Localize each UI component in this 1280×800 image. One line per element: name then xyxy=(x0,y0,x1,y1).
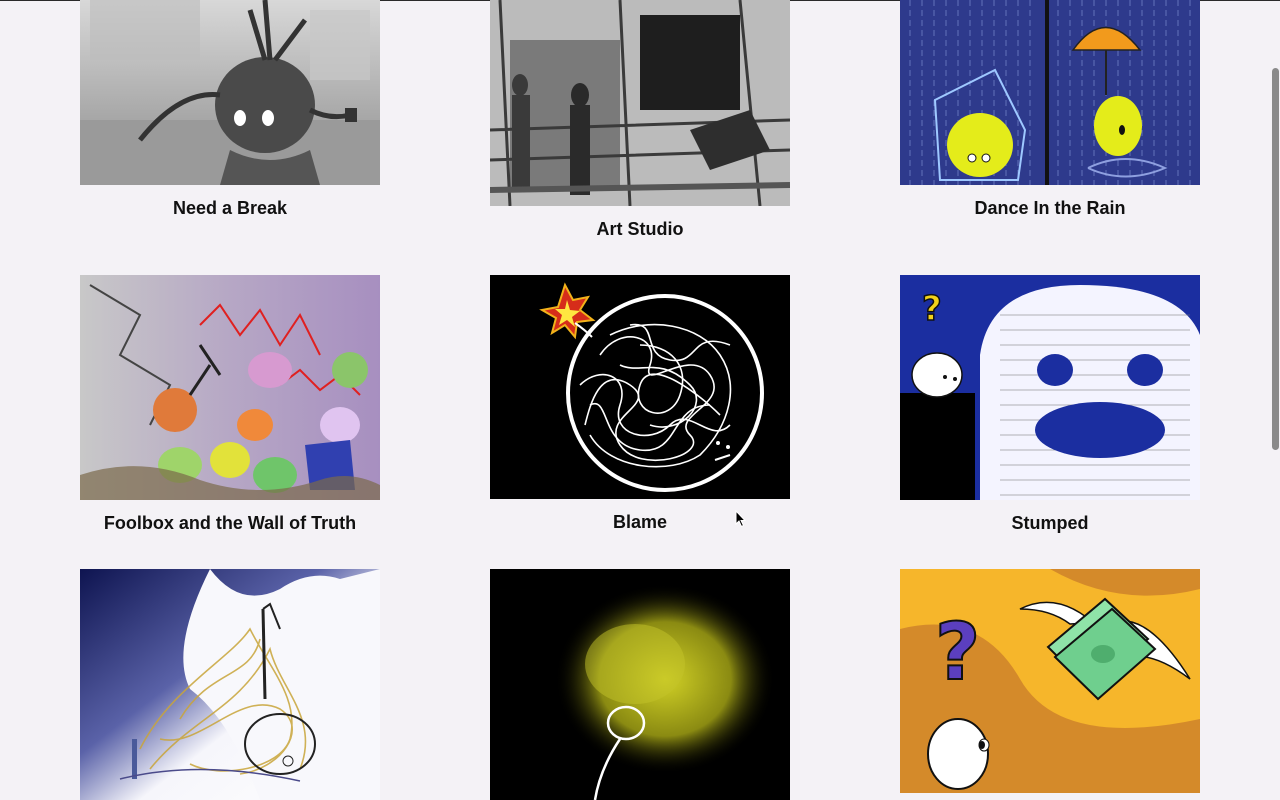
svg-text:?: ? xyxy=(922,289,942,329)
artwork-image[interactable]: ? xyxy=(900,275,1200,500)
artwork-title[interactable]: Foolbox and the Wall of Truth xyxy=(80,513,380,533)
artwork-image[interactable] xyxy=(490,0,790,206)
svg-text:?: ? xyxy=(935,608,980,698)
gallery-item-foolbox-and-the-wall-of-truth[interactable]: Foolbox and the Wall of Truth xyxy=(80,275,380,533)
artwork-image[interactable] xyxy=(80,275,380,500)
gallery-item-stumped[interactable]: ? Stumped xyxy=(900,275,1200,533)
page-scrollbar[interactable] xyxy=(1270,0,1280,800)
artwork-title[interactable]: Need a Break xyxy=(80,198,380,218)
artwork-title[interactable]: Art Studio xyxy=(490,219,790,239)
gallery-item-blame[interactable]: Blame xyxy=(490,275,790,532)
gallery-item-need-a-break[interactable]: Need a Break xyxy=(80,0,380,218)
mouse-pointer-icon xyxy=(735,509,747,528)
gallery-item-7[interactable] xyxy=(80,569,380,800)
scrollbar-thumb[interactable] xyxy=(1272,68,1279,450)
artwork-image[interactable] xyxy=(80,569,380,800)
artwork-image[interactable] xyxy=(490,275,790,499)
artwork-title[interactable]: Stumped xyxy=(900,513,1200,533)
artwork-gallery: Need a Break Art Studio Dance In the Rai… xyxy=(0,0,1270,800)
artwork-image[interactable] xyxy=(80,0,380,185)
artwork-title[interactable]: Dance In the Rain xyxy=(900,198,1200,218)
gallery-item-art-studio[interactable]: Art Studio xyxy=(490,0,790,239)
artwork-image[interactable] xyxy=(490,569,790,800)
artwork-image[interactable]: ? xyxy=(900,569,1200,793)
gallery-item-9[interactable]: ? xyxy=(900,569,1200,793)
artwork-image[interactable] xyxy=(900,0,1200,185)
gallery-item-dance-in-the-rain[interactable]: Dance In the Rain xyxy=(900,0,1200,218)
gallery-item-8[interactable] xyxy=(490,569,790,800)
